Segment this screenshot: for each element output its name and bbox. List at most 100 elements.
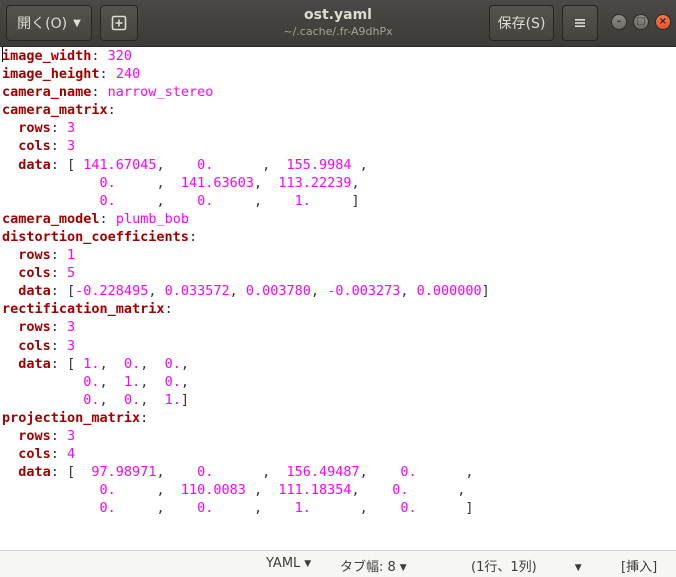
- yaml-punctuation: [2, 265, 18, 281]
- yaml-punctuation: ,: [351, 482, 393, 499]
- cursor-position-selector[interactable]: (1行、1列) ▼: [471, 556, 582, 575]
- yaml-key: cols: [18, 265, 51, 282]
- yaml-key: cols: [18, 337, 51, 354]
- yaml-value: -0.228495: [75, 283, 149, 300]
- menu-button[interactable]: [562, 5, 598, 41]
- code-line: 0. , 141.63603, 113.22239,: [2, 174, 676, 192]
- document-title: ost.yaml: [304, 7, 372, 23]
- tab-width-selector[interactable]: タブ幅: 8 ▼: [340, 556, 407, 575]
- yaml-punctuation: [2, 464, 18, 480]
- yaml-value: 320: [107, 48, 133, 64]
- yaml-value: 141.67045: [83, 156, 157, 173]
- yaml-punctuation: [2, 500, 100, 516]
- yaml-value: 0.: [99, 174, 116, 191]
- yaml-key: data: [18, 283, 51, 300]
- yaml-punctuation: [2, 319, 18, 335]
- yaml-value: 0.: [123, 391, 141, 408]
- yaml-value: 97.98971: [91, 464, 157, 481]
- yaml-punctuation: : [: [50, 464, 92, 481]
- yaml-punctuation: ,: [156, 464, 198, 481]
- maximize-icon[interactable]: □: [633, 14, 649, 30]
- yaml-key: rectification_matrix: [2, 301, 165, 318]
- yaml-punctuation: ,: [213, 464, 287, 481]
- yaml-punctuation: [2, 482, 100, 498]
- yaml-value: 0.: [392, 482, 409, 499]
- hamburger-menu-icon: [575, 19, 585, 27]
- yaml-value: 1.: [83, 355, 100, 372]
- yaml-punctuation: : [: [50, 355, 84, 372]
- yaml-punctuation: ,: [180, 373, 189, 390]
- yaml-punctuation: :: [164, 301, 173, 318]
- yaml-key: cols: [18, 446, 51, 463]
- yaml-key: data: [18, 355, 51, 372]
- yaml-punctuation: ]: [310, 192, 360, 209]
- yaml-value: 1.: [123, 373, 141, 390]
- new-document-icon: [111, 15, 127, 31]
- code-line: rows: 3: [2, 119, 676, 137]
- yaml-punctuation: :: [50, 120, 68, 137]
- save-button[interactable]: 保存(S): [489, 5, 554, 41]
- yaml-punctuation: ,: [213, 500, 295, 517]
- insert-mode-label: [挿入]: [621, 560, 658, 575]
- window-controls: – □ ×: [611, 14, 676, 30]
- yaml-value: 0.: [99, 500, 116, 517]
- yaml-value: plumb_bob: [115, 210, 189, 227]
- yaml-punctuation: ,: [351, 174, 360, 191]
- yaml-key: image_width: [2, 48, 92, 64]
- yaml-punctuation: [2, 247, 18, 263]
- code-line: camera_matrix:: [2, 101, 676, 119]
- yaml-value: 155.9984: [286, 156, 352, 173]
- code-line: data: [-0.228495, 0.033572, 0.003780, -0…: [2, 282, 676, 300]
- code-line: cols: 5: [2, 264, 676, 282]
- code-line: data: [ 1., 0., 0.,: [2, 355, 676, 373]
- language-selector[interactable]: YAML ▼: [266, 556, 311, 571]
- yaml-value: 3: [67, 138, 76, 155]
- yaml-value: narrow_stereo: [107, 84, 214, 101]
- code-line: 0., 0., 1.]: [2, 391, 676, 409]
- yaml-punctuation: ,: [416, 464, 474, 481]
- yaml-punctuation: ,: [180, 355, 190, 372]
- open-button[interactable]: 開く(O) ▼: [6, 5, 92, 41]
- yaml-punctuation: ]: [481, 283, 490, 300]
- yaml-value: 0.: [164, 373, 181, 390]
- yaml-punctuation: ,: [213, 156, 287, 173]
- yaml-value: 0.: [197, 156, 214, 173]
- yaml-value: 0.: [83, 391, 100, 408]
- status-bar: YAML ▼ タブ幅: 8 ▼ (1行、1列) ▼ [挿入]: [0, 550, 676, 577]
- text-editor-area[interactable]: image_width: 320 image_height: 240 camera_…: [0, 47, 676, 550]
- yaml-value: 0.: [197, 464, 214, 481]
- yaml-punctuation: ,: [115, 500, 198, 517]
- new-tab-button[interactable]: [100, 5, 138, 41]
- yaml-punctuation: ,: [140, 373, 165, 390]
- yaml-punctuation: ]: [180, 391, 189, 408]
- yaml-punctuation: ,: [351, 156, 368, 173]
- chevron-down-icon: ▼: [304, 559, 312, 569]
- yaml-key: rows: [18, 319, 51, 336]
- yaml-punctuation: [2, 392, 83, 408]
- yaml-key: image_height: [2, 66, 100, 83]
- yaml-punctuation: [2, 157, 18, 173]
- code-line: rectification_matrix:: [2, 300, 676, 318]
- yaml-punctuation: [2, 283, 18, 299]
- yaml-punctuation: ,: [140, 391, 165, 408]
- code-line: data: [ 97.98971, 0. , 156.49487, 0. ,: [2, 463, 676, 481]
- insert-mode-indicator: [挿入]: [621, 556, 657, 575]
- yaml-value: 0.: [123, 355, 141, 372]
- yaml-key: cols: [18, 138, 51, 155]
- yaml-value: 5: [67, 265, 76, 282]
- yaml-punctuation: :: [99, 66, 116, 83]
- code-line: distortion_coefficients:: [2, 228, 676, 246]
- yaml-key: camera_matrix: [2, 102, 108, 119]
- minimize-icon[interactable]: –: [611, 14, 627, 30]
- yaml-key: data: [18, 156, 51, 173]
- code-line: 0. , 0. , 1. ]: [2, 192, 676, 210]
- yaml-value: 1.: [294, 500, 311, 517]
- code-view[interactable]: image_width: 320 image_height: 240 camera_…: [0, 47, 676, 517]
- code-line: 0., 1., 0.,: [2, 373, 676, 391]
- yaml-punctuation: ,: [99, 373, 124, 390]
- yaml-punctuation: ,: [310, 283, 328, 300]
- close-icon[interactable]: ×: [655, 14, 671, 30]
- header-bar: 開く(O) ▼ ost.yaml ~/.cache/.fr-A9dhPx 保存(…: [0, 0, 676, 47]
- yaml-punctuation: ,: [115, 174, 181, 191]
- yaml-value: 4: [67, 446, 76, 463]
